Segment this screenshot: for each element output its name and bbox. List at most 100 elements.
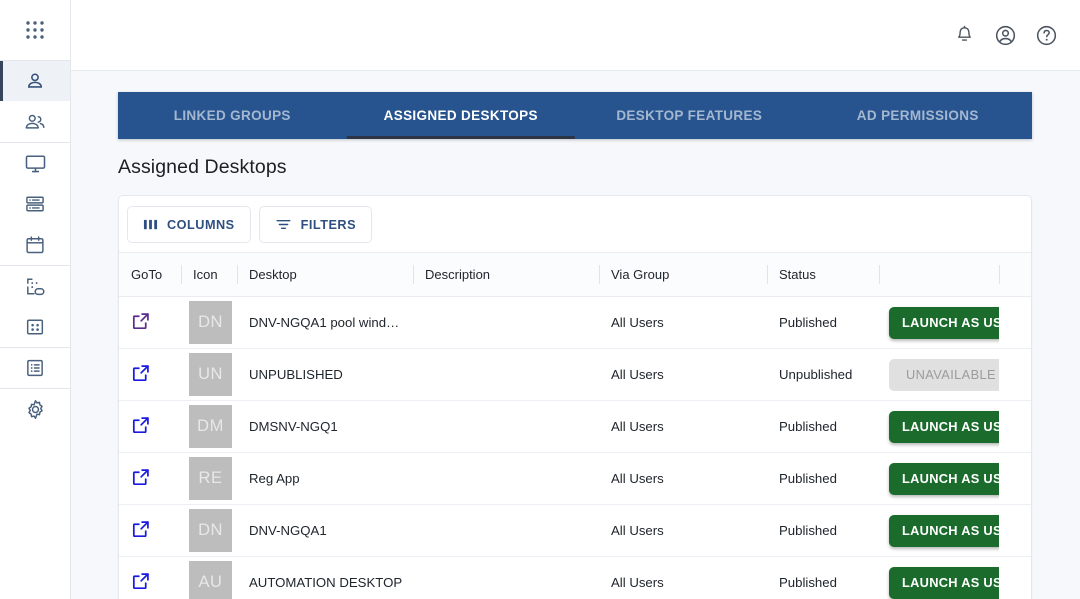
cell-via-group: All Users xyxy=(599,297,767,349)
calendar-icon xyxy=(24,234,46,256)
tab-assigned-desktops[interactable]: ASSIGNED DESKTOPS xyxy=(347,92,576,139)
column-header-extra[interactable] xyxy=(999,253,1032,297)
sidebar-item-apps[interactable] xyxy=(0,0,70,60)
cell-action: LAUNCH AS US xyxy=(879,453,999,505)
table-row[interactable]: UNUNPUBLISHEDAll UsersUnpublishedUNAVAIL… xyxy=(119,349,1032,401)
cell-via-group: All Users xyxy=(599,401,767,453)
cell-icon: RE xyxy=(181,453,237,505)
cell-description xyxy=(413,505,599,557)
cell-status-text: Published xyxy=(779,575,879,590)
assigned-desktops-table: GoTo Icon Desktop Description Via Group … xyxy=(119,252,1032,599)
page-title: Assigned Desktops xyxy=(118,156,1080,179)
columns-icon xyxy=(143,217,158,232)
table-row[interactable]: DNDNV-NGQA1 pool wind…All UsersPublished… xyxy=(119,297,1032,349)
cell-extra xyxy=(999,505,1032,557)
settings-gear-icon xyxy=(24,398,47,421)
sidebar-item-servers[interactable] xyxy=(0,183,70,224)
launch-as-user-button[interactable]: LAUNCH AS US xyxy=(889,515,999,547)
launch-as-user-button[interactable]: LAUNCH AS US xyxy=(889,411,999,443)
table-row[interactable]: RE Reg App All Users Published LAUNCH AS US xyxy=(119,453,1032,505)
open-in-new-icon[interactable] xyxy=(131,311,151,331)
cell-goto xyxy=(119,557,181,599)
cell-via-group-text: All Users xyxy=(611,315,767,330)
cell-description xyxy=(413,349,599,401)
desktops-card: COLUMNS FILTERS xyxy=(118,195,1032,599)
cell-description xyxy=(413,453,599,505)
grid-toolbar: COLUMNS FILTERS xyxy=(119,196,1031,252)
sidebar-item-logs[interactable] xyxy=(0,347,70,388)
cell-desktop: DNV-NGQA1 xyxy=(237,505,413,557)
help-icon[interactable] xyxy=(1032,21,1060,49)
user-group-icon xyxy=(23,111,47,133)
filters-button-label: FILTERS xyxy=(301,218,356,232)
cell-description xyxy=(413,557,599,599)
cell-goto xyxy=(119,453,181,505)
main-area: LINKED GROUPS ASSIGNED DESKTOPS DESKTOP … xyxy=(71,0,1080,599)
app-root: LINKED GROUPS ASSIGNED DESKTOPS DESKTOP … xyxy=(0,0,1080,599)
sidebar-item-pools[interactable] xyxy=(0,306,70,347)
cell-status-text: Published xyxy=(779,471,879,486)
cell-status: Published xyxy=(767,297,879,349)
column-header-action[interactable] xyxy=(879,253,999,297)
cell-desktop: Reg App xyxy=(237,453,413,505)
sidebar-item-users[interactable] xyxy=(0,60,70,101)
content-area: LINKED GROUPS ASSIGNED DESKTOPS DESKTOP … xyxy=(71,71,1080,599)
cell-desktop-text: DMSNV-NGQ1 xyxy=(249,419,413,434)
unavailable-badge: UNAVAILABLE xyxy=(889,359,999,391)
cell-desktop-text: Reg App xyxy=(249,471,413,486)
cell-status: Published xyxy=(767,505,879,557)
cell-action: LAUNCH AS US xyxy=(879,297,999,349)
cell-status: Unpublished xyxy=(767,349,879,401)
sidebar-item-connections[interactable] xyxy=(0,265,70,306)
table-row[interactable]: DNDNV-NGQA1All UsersPublishedLAUNCH AS U… xyxy=(119,505,1032,557)
open-in-new-icon[interactable] xyxy=(131,467,151,487)
columns-button-label: COLUMNS xyxy=(167,218,235,232)
column-header-icon[interactable]: Icon xyxy=(181,253,237,297)
column-header-status[interactable]: Status xyxy=(767,253,879,297)
cell-desktop: DMSNV-NGQ1 xyxy=(237,401,413,453)
cell-description xyxy=(413,401,599,453)
tab-ad-permissions[interactable]: AD PERMISSIONS xyxy=(804,92,1033,139)
column-header-description[interactable]: Description xyxy=(413,253,599,297)
table-row[interactable]: AUAUTOMATION DESKTOPAll UsersPublishedLA… xyxy=(119,557,1032,599)
sidebar-item-desktops[interactable] xyxy=(0,142,70,183)
cell-desktop-text: DNV-NGQA1 xyxy=(249,523,413,538)
tab-linked-groups[interactable]: LINKED GROUPS xyxy=(118,92,347,139)
sidebar-item-schedules[interactable] xyxy=(0,224,70,265)
cell-icon: DM xyxy=(181,401,237,453)
open-in-new-icon[interactable] xyxy=(131,571,151,591)
cell-via-group-text: All Users xyxy=(611,471,767,486)
filters-button[interactable]: FILTERS xyxy=(259,206,372,243)
column-header-goto[interactable]: GoTo xyxy=(119,253,181,297)
cell-extra xyxy=(999,297,1032,349)
column-header-desktop[interactable]: Desktop xyxy=(237,253,413,297)
table-row[interactable]: DMDMSNV-NGQ1All UsersPublishedLAUNCH AS … xyxy=(119,401,1032,453)
cell-via-group: All Users xyxy=(599,557,767,599)
sidebar-item-groups[interactable] xyxy=(0,101,70,142)
tab-desktop-features[interactable]: DESKTOP FEATURES xyxy=(575,92,804,139)
cell-status: Published xyxy=(767,453,879,505)
sidebar-item-settings[interactable] xyxy=(0,388,70,429)
cell-extra xyxy=(999,401,1032,453)
open-in-new-icon[interactable] xyxy=(131,415,151,435)
notifications-icon[interactable] xyxy=(950,21,978,49)
grid-squares-icon xyxy=(24,316,46,338)
cell-via-group: All Users xyxy=(599,349,767,401)
cell-via-group-text: All Users xyxy=(611,523,767,538)
launch-as-user-button[interactable]: LAUNCH AS US xyxy=(889,307,999,339)
open-in-new-icon[interactable] xyxy=(131,519,151,539)
launch-as-user-button[interactable]: LAUNCH AS US xyxy=(889,567,999,599)
cell-description xyxy=(413,297,599,349)
open-in-new-icon[interactable] xyxy=(131,363,151,383)
account-icon[interactable] xyxy=(991,21,1019,49)
cell-via-group-text: All Users xyxy=(611,367,767,382)
table-header-row: GoTo Icon Desktop Description Via Group … xyxy=(119,253,1032,297)
columns-button[interactable]: COLUMNS xyxy=(127,206,251,243)
cell-via-group: All Users xyxy=(599,453,767,505)
cell-action: LAUNCH AS US xyxy=(879,505,999,557)
cell-via-group: All Users xyxy=(599,505,767,557)
cell-icon: DN xyxy=(181,297,237,349)
launch-as-user-button[interactable]: LAUNCH AS US xyxy=(889,463,999,495)
column-header-via-group[interactable]: Via Group xyxy=(599,253,767,297)
top-bar xyxy=(71,0,1080,71)
